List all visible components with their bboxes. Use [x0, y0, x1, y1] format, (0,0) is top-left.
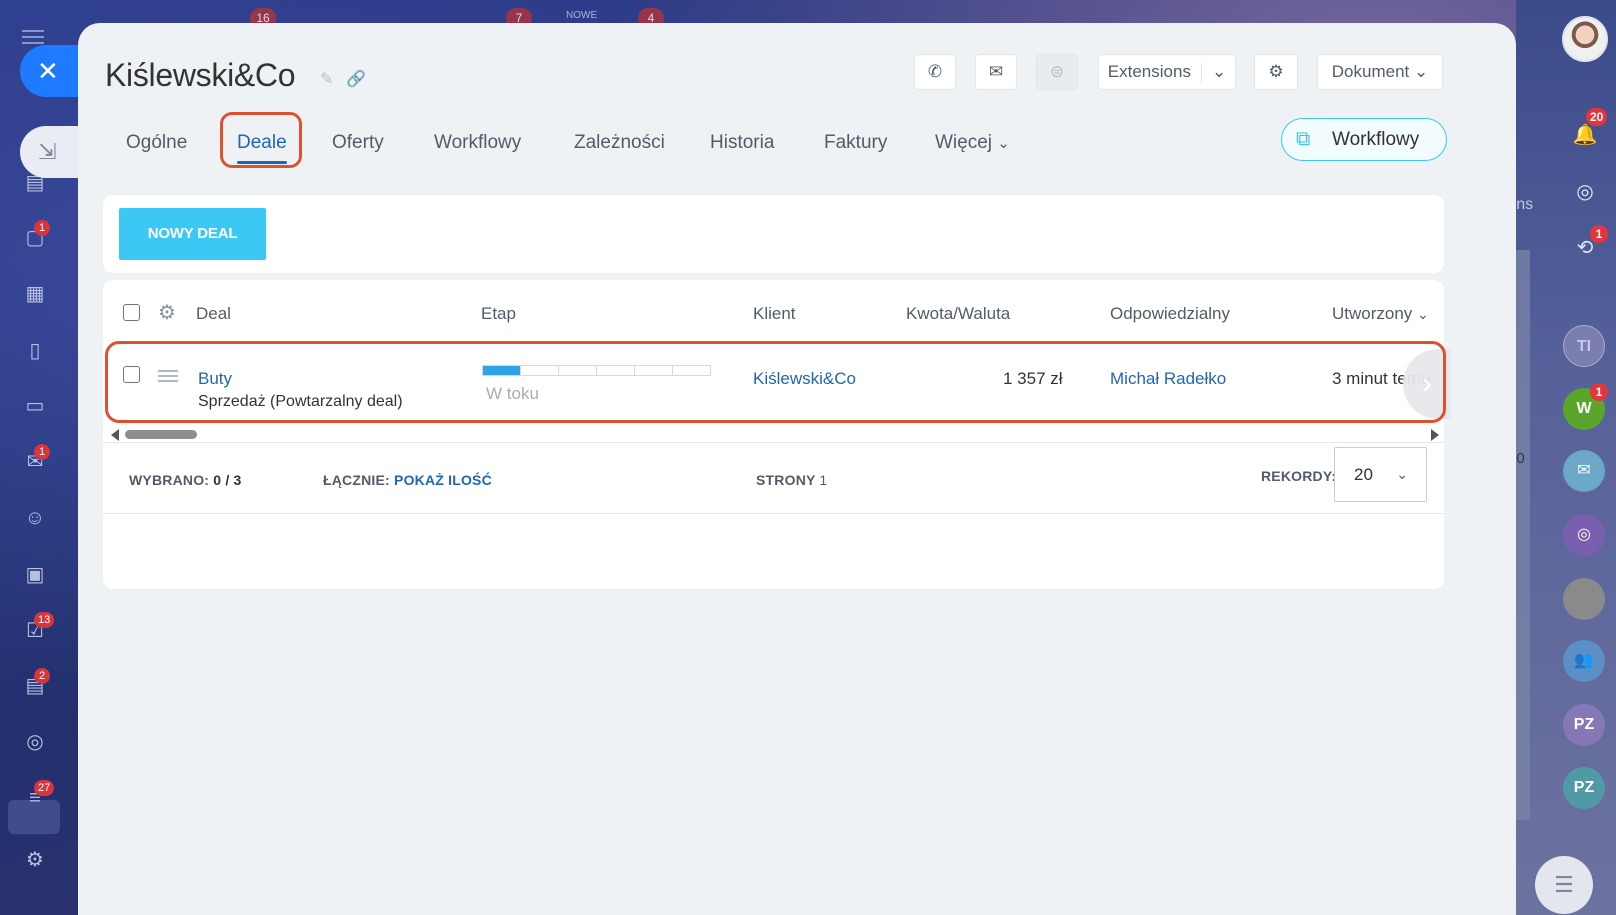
row-highlight-annotation: [105, 341, 1446, 423]
messenger-button: ⊜: [1036, 54, 1078, 90]
column-header-stage[interactable]: Etap: [481, 304, 516, 324]
divider: [103, 513, 1444, 514]
horizontal-scrollbar[interactable]: [107, 427, 1443, 441]
user-avatar[interactable]: [1562, 16, 1608, 62]
avatar-pz[interactable]: PZ: [1563, 704, 1605, 746]
new-deal-button[interactable]: NOWY DEAL: [119, 208, 266, 260]
chevron-down-icon[interactable]: ⌄: [1212, 62, 1226, 81]
pages-label: STRONY: [756, 472, 816, 488]
calendar-icon[interactable]: ▦: [22, 281, 48, 307]
tab-highlight-annotation: [220, 112, 302, 168]
edit-pencil-icon[interactable]: ✎: [320, 69, 333, 89]
document-icon[interactable]: ▯: [22, 338, 48, 364]
w-count-badge: 1: [1590, 383, 1608, 401]
entity-slider: Kiślewski&Co ✎ 🔗 ✆ ✉ ⊜ Extensions ⌄ ⚙ Dok…: [78, 23, 1516, 915]
extensions-button[interactable]: Extensions ⌄: [1098, 54, 1236, 90]
selected-value: 0 / 3: [213, 472, 242, 488]
show-count-link[interactable]: POKAŻ ILOŚĆ: [394, 472, 492, 488]
toolbar-panel: NOWY DEAL: [103, 195, 1444, 273]
scroll-left-arrow-icon[interactable]: [111, 429, 119, 441]
sites-count-badge: 27: [34, 780, 55, 796]
selected-label: WYBRANO:: [129, 472, 210, 488]
group-photo-avatar[interactable]: [1563, 578, 1605, 620]
workflows-button-label: Workflowy: [1332, 129, 1420, 150]
mail-count-badge: 1: [34, 444, 50, 460]
column-header-created-label: Utworzony: [1332, 304, 1413, 323]
column-header-client[interactable]: Klient: [753, 304, 796, 324]
tab-history[interactable]: Historia: [710, 126, 774, 166]
bg-nowe-label: NOWE: [566, 10, 598, 21]
employees-icon[interactable]: ☺: [22, 505, 48, 531]
column-header-deal[interactable]: Deal: [196, 304, 231, 324]
crm-count-badge: 2: [34, 668, 50, 684]
page-title: Kiślewski&Co: [105, 57, 296, 93]
records-label: REKORDY:: [1261, 468, 1337, 484]
divider: [103, 442, 1444, 443]
link-icon[interactable]: 🔗: [346, 69, 366, 89]
copilot-icon[interactable]: ◎: [1563, 514, 1605, 556]
notifications-count-badge: 20: [1586, 108, 1608, 126]
deals-grid: ⚙ Deal Etap Klient Kwota/Waluta Odpowied…: [103, 280, 1451, 589]
avatar-pz[interactable]: PZ: [1563, 767, 1605, 809]
tab-invoices[interactable]: Faktury: [824, 126, 887, 166]
email-button[interactable]: ✉: [975, 54, 1017, 90]
grid-settings-icon[interactable]: ⚙: [158, 300, 176, 325]
column-header-responsible[interactable]: Odpowiedzialny: [1110, 304, 1230, 324]
pages-value: 1: [819, 472, 828, 488]
chevron-down-icon: ⌄: [1396, 466, 1408, 482]
tab-general[interactable]: Ogólne: [126, 126, 187, 166]
chevron-down-icon: ⌄: [1413, 62, 1429, 81]
document-button[interactable]: Dokument ⌄: [1317, 54, 1443, 90]
menu-icon[interactable]: [22, 30, 44, 44]
minimize-slider-button[interactable]: ⇲: [20, 126, 78, 178]
pages-counter: STRONY 1: [756, 472, 827, 488]
workflow-icon: ⧉: [1296, 128, 1311, 150]
tab-more-label: Więcej: [935, 132, 993, 153]
records-value: 20: [1354, 465, 1373, 484]
chat-icon: ⊜: [1049, 62, 1065, 81]
chat-count-badge: 1: [34, 220, 50, 236]
tasks-count-badge: 13: [34, 612, 55, 628]
column-header-created[interactable]: Utworzony ⌄: [1332, 304, 1429, 324]
chevron-down-icon: ⌄: [997, 135, 1010, 152]
tab-offers[interactable]: Oferty: [332, 126, 384, 166]
drive-icon[interactable]: ▭: [22, 393, 48, 419]
scroll-right-arrow-icon[interactable]: [1431, 429, 1439, 441]
scrollbar-thumb[interactable]: [125, 430, 197, 439]
phone-icon: ✆: [927, 62, 943, 81]
tab-dependencies[interactable]: Zależności: [574, 126, 665, 166]
select-all-checkbox[interactable]: [123, 304, 140, 321]
sync-icon[interactable]: ◎: [1565, 172, 1605, 212]
records-per-page-select[interactable]: 20 ⌄: [1334, 447, 1427, 502]
avatar-ti[interactable]: TI: [1563, 325, 1605, 367]
tab-more[interactable]: Więcej ⌄: [935, 126, 1010, 166]
phone-button[interactable]: ✆: [914, 54, 956, 90]
mail-icon: ✉: [988, 62, 1004, 81]
extensions-label: Extensions: [1107, 62, 1191, 81]
close-slider-button[interactable]: ✕: [20, 45, 80, 97]
total-counter: ŁĄCZNIE: POKAŻ ILOŚĆ: [323, 472, 492, 488]
document-label: Dokument: [1331, 62, 1410, 81]
board-icon[interactable]: ▣: [22, 562, 48, 588]
total-label: ŁĄCZNIE:: [323, 472, 390, 488]
chat-group-icon[interactable]: ✉: [1563, 450, 1605, 492]
target-icon[interactable]: ◎: [22, 729, 48, 755]
messenger-count-badge: 1: [1590, 225, 1608, 243]
gear-icon: ⚙: [1268, 62, 1284, 81]
workflows-button[interactable]: ⧉ Workflowy: [1281, 118, 1447, 161]
users-icon[interactable]: 👥: [1563, 640, 1605, 682]
open-chat-button[interactable]: ☰: [1535, 856, 1593, 914]
selected-counter: WYBRANO: 0 / 3: [129, 472, 242, 488]
settings-button[interactable]: ⚙: [1254, 54, 1298, 90]
settings-icon[interactable]: ⚙: [22, 847, 48, 873]
tab-workflows[interactable]: Workflowy: [434, 126, 521, 166]
sort-chevron-icon: ⌄: [1417, 306, 1429, 322]
column-header-amount[interactable]: Kwota/Waluta: [906, 304, 1010, 324]
